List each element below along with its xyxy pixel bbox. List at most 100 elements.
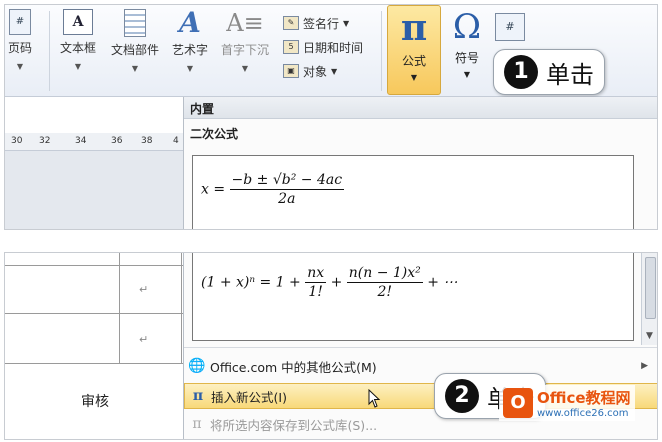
callout-step-1: 1 单击 bbox=[493, 49, 605, 95]
chevron-down-icon: ▼ bbox=[343, 18, 350, 28]
datetime-label: 日期和时间 bbox=[303, 40, 364, 55]
callout-text: 单击 bbox=[546, 60, 594, 89]
dropcap-label: 首字下沉 bbox=[220, 43, 269, 57]
gallery-header: 内置 bbox=[184, 97, 657, 119]
symbol-button[interactable]: Ω 符号 ▼ bbox=[445, 5, 489, 79]
fraction-numerator: n(n − 1)x² bbox=[346, 265, 423, 283]
ruler-tick: 30 bbox=[11, 136, 23, 146]
datetime-button[interactable]: 5 日期和时间 bbox=[283, 35, 363, 59]
chevron-down-icon: ▼ bbox=[331, 66, 338, 76]
document-table: ↵ ↵ 审核 bbox=[5, 253, 183, 439]
document-background bbox=[5, 151, 183, 229]
menu-divider bbox=[184, 347, 657, 348]
chevron-down-icon: ▼ bbox=[241, 64, 249, 73]
formula-lhs: x = bbox=[201, 181, 226, 198]
wordart-button[interactable]: A 艺术字 ▼ bbox=[167, 6, 213, 74]
symbol-label: 符号 bbox=[454, 51, 479, 65]
object-button[interactable]: ▣ 对象 ▼ bbox=[283, 59, 363, 83]
return-mark: ↵ bbox=[139, 333, 149, 346]
office-online-icon: 🌐 bbox=[188, 358, 206, 374]
chevron-down-icon: ▼ bbox=[131, 64, 139, 73]
pi-save-icon: π bbox=[192, 416, 202, 432]
chevron-down-icon: ▼ bbox=[74, 62, 82, 71]
fraction-denominator: 2a bbox=[278, 191, 296, 207]
formula-fraction: n(n − 1)x² 2! bbox=[346, 265, 423, 300]
audit-cell: 审核 bbox=[81, 394, 109, 410]
table-line bbox=[5, 363, 183, 364]
quadratic-formula-item[interactable]: x = −b ± √b² − 4ac 2a bbox=[192, 155, 634, 229]
menu-panel: ↵ ↵ 审核 (1 + x)ⁿ = 1 + nx 1! + n(n − 1)x²… bbox=[4, 252, 658, 440]
object-label: 对象 bbox=[303, 64, 328, 79]
chevron-down-icon: ▼ bbox=[16, 62, 24, 71]
page-number-label: 页码 bbox=[7, 41, 32, 55]
ruler-tick: 32 bbox=[39, 136, 51, 146]
ribbon-separator bbox=[381, 11, 382, 91]
fraction-numerator: nx bbox=[305, 265, 327, 283]
menu-item-label: Office.com 中的其他公式(M) bbox=[210, 359, 377, 375]
formula-lhs: (1 + x)ⁿ = 1 + bbox=[201, 274, 301, 291]
ruler-tick: 34 bbox=[75, 136, 87, 146]
gallery-scrollbar[interactable]: ▼ bbox=[641, 253, 657, 345]
binomial-formula-item[interactable]: (1 + x)ⁿ = 1 + nx 1! + n(n − 1)x² 2! + ⋯ bbox=[192, 253, 634, 341]
chevron-down-icon: ▼ bbox=[186, 64, 194, 73]
signature-icon: ✎ bbox=[283, 16, 299, 30]
menu-item-label: 将所选内容保存到公式库(S)... bbox=[210, 417, 378, 433]
fraction-denominator: 1! bbox=[308, 284, 323, 300]
wordart-label: 艺术字 bbox=[171, 43, 208, 57]
calendar-icon: 5 bbox=[283, 40, 299, 54]
chevron-down-icon: ▼ bbox=[410, 73, 418, 82]
equation-label: 公式 bbox=[401, 54, 426, 68]
signature-label: 签名行 bbox=[303, 16, 340, 31]
object-icon: ▣ bbox=[283, 64, 299, 78]
step-number-badge: 2 bbox=[445, 379, 479, 413]
formula-fraction: nx 1! bbox=[305, 265, 327, 300]
ruler-tick: 4 bbox=[173, 136, 179, 146]
logo-url: www.office26.com bbox=[537, 408, 629, 419]
doc-parts-icon bbox=[124, 9, 146, 37]
formula-plus: + bbox=[330, 274, 343, 291]
chevron-right-icon: ▶ bbox=[641, 361, 648, 371]
watermark-logo: O Office教程网 www.office26.com bbox=[499, 385, 635, 421]
return-mark: ↵ bbox=[139, 283, 149, 296]
mouse-cursor-icon bbox=[368, 389, 381, 408]
doc-parts-button[interactable]: 文档部件 ▼ bbox=[107, 9, 163, 73]
gallery-subheader: 二次公式 bbox=[190, 127, 239, 141]
ribbon-separator bbox=[49, 11, 50, 91]
fraction-denominator: 2! bbox=[377, 284, 393, 300]
page-number-button[interactable]: # 页码 ▼ bbox=[5, 9, 35, 71]
table-line bbox=[5, 313, 183, 314]
formula-fraction: −b ± √b² − 4ac 2a bbox=[229, 172, 345, 207]
horizontal-ruler: 30 32 34 36 38 4 bbox=[5, 133, 183, 151]
fraction-numerator: −b ± √b² − 4ac bbox=[229, 172, 345, 190]
textbox-icon: A bbox=[63, 9, 93, 35]
equation-button[interactable]: π 公式 ▼ bbox=[387, 5, 441, 95]
pi-icon: π bbox=[192, 388, 204, 404]
signature-line-button[interactable]: ✎ 签名行 ▼ bbox=[283, 11, 363, 35]
wordart-icon: A bbox=[179, 6, 201, 39]
formula-tail: + ⋯ bbox=[427, 274, 458, 291]
logo-name: Office教程网 bbox=[537, 389, 631, 407]
step-number-badge: 1 bbox=[504, 55, 538, 89]
doc-parts-label: 文档部件 bbox=[110, 43, 159, 57]
text-small-group: ✎ 签名行 ▼ 5 日期和时间 ▣ 对象 ▼ bbox=[283, 11, 363, 83]
scroll-down-icon[interactable]: ▼ bbox=[646, 331, 653, 341]
dropcap-button[interactable]: A≡ 首字下沉 ▼ bbox=[217, 9, 273, 73]
office-logo-icon: O bbox=[503, 388, 533, 418]
textbox-button[interactable]: A 文本框 ▼ bbox=[55, 9, 101, 71]
ruler-tick: 36 bbox=[111, 136, 123, 146]
dropcap-icon: A≡ bbox=[226, 9, 264, 37]
page-number-icon: # bbox=[9, 9, 31, 35]
table-line bbox=[5, 265, 183, 266]
table-line bbox=[181, 253, 182, 363]
scrollbar-thumb[interactable] bbox=[645, 257, 656, 319]
textbox-label: 文本框 bbox=[59, 41, 96, 55]
number-button[interactable]: # bbox=[495, 13, 525, 41]
ruler-tick: 38 bbox=[141, 136, 153, 146]
equation-gallery: 内置 二次公式 x = −b ± √b² − 4ac 2a bbox=[183, 97, 657, 229]
table-line bbox=[119, 253, 120, 363]
chevron-down-icon: ▼ bbox=[463, 70, 471, 79]
pi-icon: π bbox=[400, 7, 428, 49]
more-equations-online-item[interactable]: 🌐 Office.com 中的其他公式(M) ▶ bbox=[184, 353, 657, 379]
ribbon-panel: # 页码 ▼ A 文本框 ▼ 文档部件 ▼ A 艺术字 ▼ A≡ 首字下沉 ▼ bbox=[4, 4, 658, 230]
menu-item-label: 插入新公式(I) bbox=[211, 389, 287, 405]
